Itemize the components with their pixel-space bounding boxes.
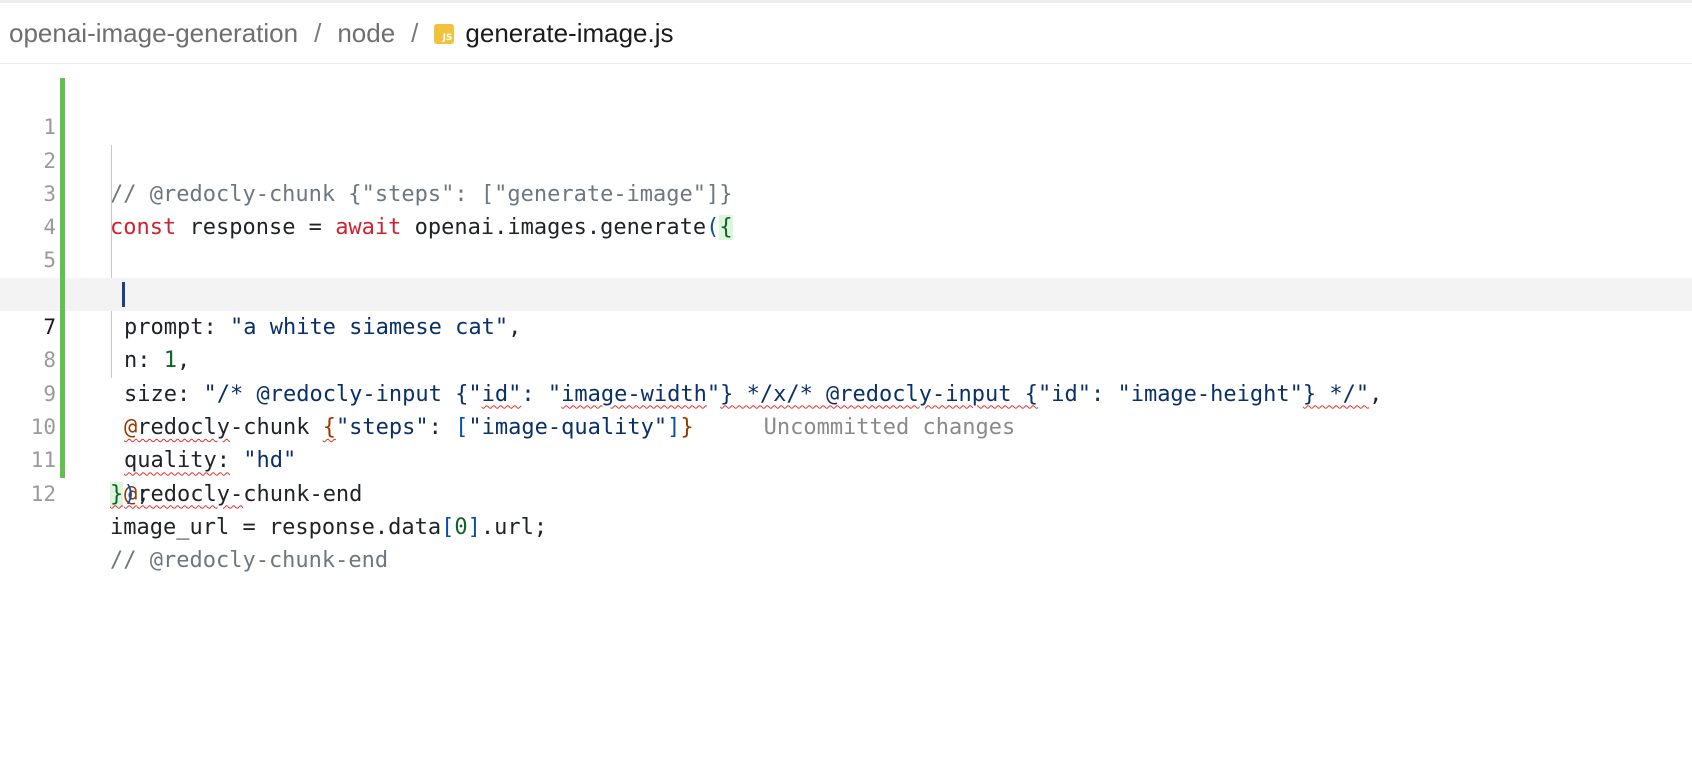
line-code: image_url = response.data[0].url; <box>110 514 548 540</box>
change-indicator[interactable] <box>60 211 65 245</box>
js-file-icon: JS <box>434 24 455 44</box>
line-number: 12 <box>30 481 56 506</box>
code-line[interactable]: 4 prompt: "a white siamese cat", <box>0 177 1692 340</box>
indent-guide <box>111 144 112 178</box>
breadcrumb-separator: / <box>314 17 322 48</box>
change-indicator[interactable] <box>60 144 65 178</box>
indent-guide <box>111 211 112 245</box>
code-line[interactable]: 10 }); <box>0 377 1692 507</box>
code-line[interactable]: 2 const response = await openai.images.g… <box>0 111 1692 241</box>
change-indicator[interactable] <box>60 177 65 212</box>
code-line[interactable]: 3 model: "dall-e-3", <box>0 144 1692 307</box>
indent-guide <box>111 244 112 278</box>
code-token: // @redocly-chunk-end <box>110 548 389 574</box>
breadcrumb: openai-image-generation / node / JS gene… <box>0 3 1692 64</box>
line-code: // @redocly-chunk-end <box>110 544 388 577</box>
change-indicator[interactable] <box>60 311 65 345</box>
change-indicator[interactable] <box>60 410 65 445</box>
code-line[interactable]: 5 n: 1, <box>0 211 1692 373</box>
indent-guide <box>111 311 112 345</box>
change-indicator[interactable] <box>60 111 65 145</box>
line-code: @redocly-chunk-end <box>124 481 363 507</box>
breadcrumb-separator: / <box>411 17 419 48</box>
indent-guide <box>111 177 112 212</box>
text-cursor <box>122 281 125 307</box>
indent-guide <box>111 344 112 378</box>
change-indicator[interactable] <box>60 444 65 478</box>
breadcrumb-repo[interactable]: openai-image-generation <box>9 18 298 49</box>
code-line-current[interactable]: 7 @redocly-chunk {"steps": ["image-quali… <box>0 277 1692 440</box>
code-line[interactable]: 12 // @redocly-chunk-end <box>0 444 1692 573</box>
change-indicator[interactable] <box>60 78 65 112</box>
code-line[interactable]: 6 size: "/* @redocly-input {"id": "image… <box>0 244 1692 407</box>
breadcrumb-folder[interactable]: node <box>337 18 395 49</box>
change-indicator[interactable] <box>60 344 65 378</box>
code-line[interactable]: 1 // @redocly-chunk {"steps": ["generate… <box>0 78 1692 207</box>
change-indicator[interactable] <box>60 377 65 411</box>
code-line[interactable]: 8 quality: "hd" <box>0 311 1692 473</box>
change-indicator[interactable] <box>60 277 65 312</box>
code-line[interactable]: 11 image_url = response.data[0].url; <box>0 410 1692 540</box>
breadcrumb-file[interactable]: generate-image.js <box>465 18 673 49</box>
code-editor[interactable]: 1 // @redocly-chunk {"steps": ["generate… <box>0 78 1692 573</box>
code-line[interactable]: 9 @redocly-chunk-end <box>0 344 1692 507</box>
line-code: }); <box>110 481 150 507</box>
change-indicator[interactable] <box>60 244 65 278</box>
